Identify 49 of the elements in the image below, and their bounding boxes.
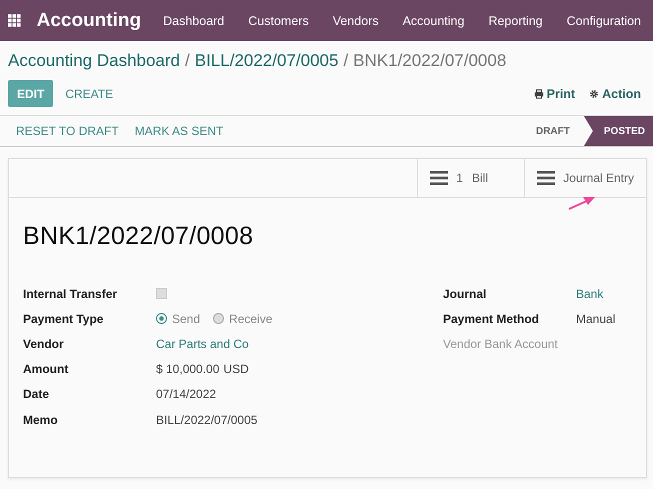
field-label: Amount xyxy=(23,362,70,376)
radio-label: Send xyxy=(172,312,200,326)
annotation-arrow xyxy=(567,195,597,211)
field-label: Payment Method xyxy=(443,312,540,326)
field-value: 07/14/2022 xyxy=(156,387,216,402)
field-label: Journal xyxy=(443,286,488,301)
status-stage[interactable]: POSTED xyxy=(584,116,653,146)
field-value: Manual xyxy=(576,312,616,326)
list-icon xyxy=(430,171,448,185)
field-value: BILL/2022/07/0005 xyxy=(156,412,258,427)
print-button[interactable]: Print xyxy=(530,86,580,100)
field-label: Memo xyxy=(23,412,59,427)
radio-button[interactable] xyxy=(213,313,224,324)
amount-value: $ 10,000.00 xyxy=(156,362,220,376)
status-action-button[interactable]: MARK AS SENT xyxy=(126,124,232,138)
radio-label: Receive xyxy=(229,312,272,326)
breadcrumb-item: BNK1/2022/07/0008 xyxy=(353,51,506,71)
smart-button[interactable]: Journal Entry xyxy=(524,159,646,197)
checkbox[interactable] xyxy=(156,288,167,300)
record-title: BNK1/2022/07/0008 xyxy=(23,222,254,251)
menu-item[interactable]: Dashboard xyxy=(151,14,236,28)
menu-item[interactable]: Vendors xyxy=(320,14,391,28)
app-title: Accounting xyxy=(36,10,142,32)
field-link[interactable]: Car Parts and Co xyxy=(156,336,249,351)
menu-item[interactable]: Configuration xyxy=(554,14,653,28)
status-action-button[interactable]: RESET TO DRAFT xyxy=(8,124,127,138)
smart-button[interactable]: 1 Bill xyxy=(417,159,524,197)
menu-item[interactable]: Accounting xyxy=(390,14,476,28)
apps-grid-icon[interactable] xyxy=(8,14,21,27)
status-stage[interactable]: DRAFT xyxy=(522,116,584,146)
radio-button[interactable] xyxy=(156,313,167,324)
gear-icon xyxy=(589,88,600,98)
field-link[interactable]: Bank xyxy=(576,286,604,301)
menu-item[interactable]: Reporting xyxy=(476,14,555,28)
create-button[interactable]: CREATE xyxy=(53,86,126,100)
printer-icon xyxy=(534,88,544,98)
list-icon xyxy=(537,171,556,185)
breadcrumb-separator: / xyxy=(185,51,190,71)
menu-item[interactable]: Customers xyxy=(236,14,321,28)
field-label: Vendor xyxy=(23,336,65,351)
field-label: Internal Transfer xyxy=(23,286,118,301)
field-label: Vendor Bank Account xyxy=(443,336,558,351)
action-button[interactable]: Action xyxy=(585,86,645,100)
breadcrumb-item[interactable]: BILL/2022/07/0005 xyxy=(194,51,338,71)
breadcrumb-item[interactable]: Accounting Dashboard xyxy=(8,51,180,71)
field-label: Date xyxy=(23,387,50,402)
field-label: Payment Type xyxy=(23,312,104,326)
currency-code: USD xyxy=(223,362,249,376)
breadcrumb-separator: / xyxy=(343,51,348,71)
